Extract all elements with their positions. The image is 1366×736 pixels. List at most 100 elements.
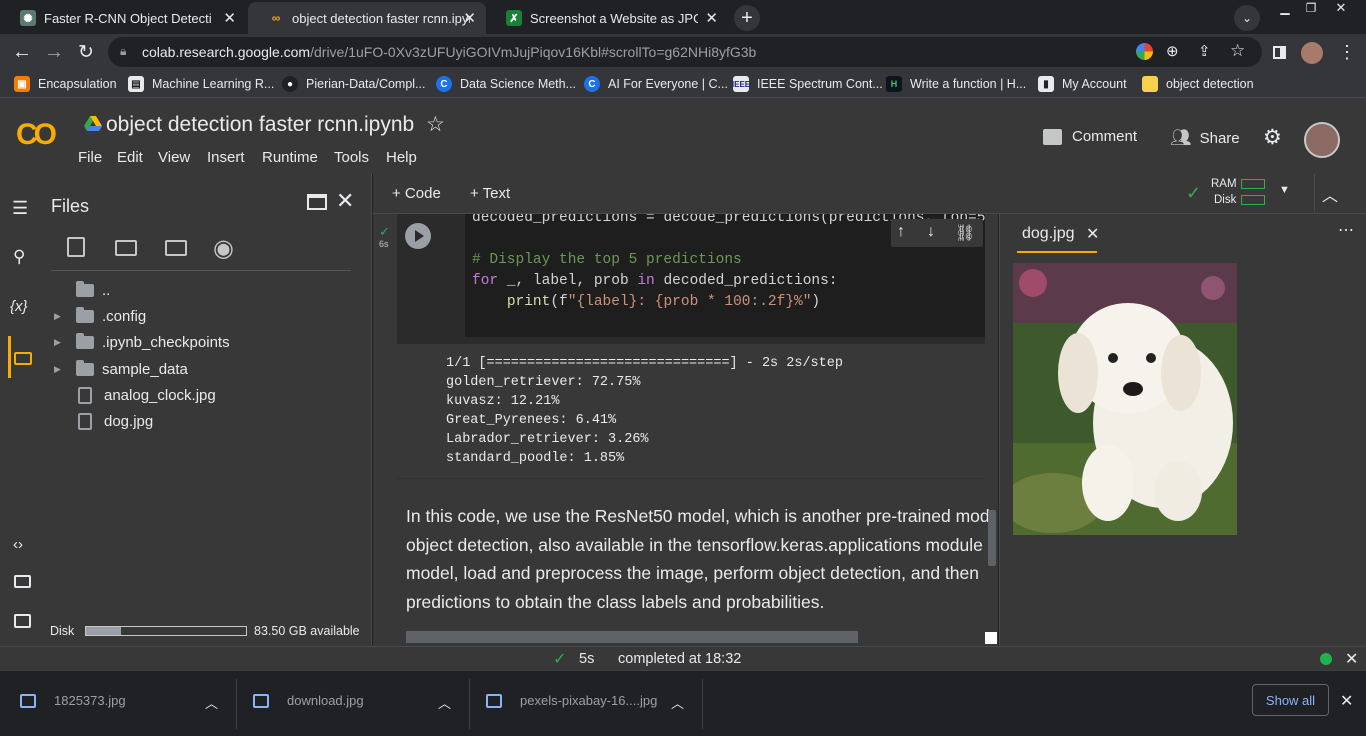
collapse-header-icon[interactable]: ︿: [1322, 182, 1338, 206]
menu-file[interactable]: File: [78, 149, 102, 166]
upload-icon[interactable]: [67, 237, 85, 257]
menu-edit[interactable]: Edit: [117, 149, 143, 166]
terminal-icon[interactable]: [14, 614, 31, 628]
menu-view[interactable]: View: [158, 149, 190, 166]
move-up-icon[interactable]: ↑: [897, 223, 905, 241]
expand-icon[interactable]: ▶: [54, 337, 76, 348]
toc-icon[interactable]: ☰: [12, 198, 28, 219]
star-icon[interactable]: ☆: [426, 112, 445, 137]
menu-runtime[interactable]: Runtime: [262, 149, 318, 166]
horizontal-scrollbar-thumb[interactable]: [406, 631, 858, 643]
run-cell-button[interactable]: [405, 223, 431, 249]
profile-avatar[interactable]: [1301, 42, 1323, 64]
bookmark[interactable]: C AI For Everyone | C...: [584, 76, 728, 92]
settings-gear-icon[interactable]: ⚙: [1263, 125, 1282, 150]
browser-menu-icon[interactable]: ⋮: [1338, 42, 1356, 63]
reload-icon[interactable]: ↻: [74, 40, 98, 64]
download-name: 1825373.jpg: [54, 693, 126, 708]
restore-icon[interactable]: ❐: [1298, 0, 1324, 16]
menu-tools[interactable]: Tools: [334, 149, 369, 166]
file-row-folder[interactable]: ▶ sample_data: [54, 360, 188, 378]
bookmark[interactable]: C Data Science Meth...: [436, 76, 576, 92]
close-image-tab-icon[interactable]: ✕: [1086, 224, 1099, 244]
image-tab-title[interactable]: dog.jpg: [1022, 225, 1075, 243]
bookmark[interactable]: IEEE IEEE Spectrum Cont...: [732, 76, 883, 92]
tab-search-icon[interactable]: ⌄: [1234, 5, 1260, 31]
bookmark[interactable]: ▤ Machine Learning R...: [128, 76, 274, 92]
bookmark-label: IEEE Spectrum Cont...: [757, 77, 883, 91]
code-snippets-icon[interactable]: ‹›: [13, 536, 23, 553]
minimize-icon[interactable]: ▁: [1272, 0, 1298, 16]
move-down-icon[interactable]: ↓: [927, 223, 935, 241]
user-avatar[interactable]: [1304, 122, 1340, 158]
link-icon[interactable]: ⛓: [955, 223, 975, 243]
notebook-title[interactable]: object detection faster rcnn.ipynb: [106, 113, 414, 137]
file-row-parent[interactable]: ..: [54, 281, 111, 299]
ram-label[interactable]: RAM: [1211, 178, 1237, 190]
vertical-scrollbar-thumb[interactable]: [988, 510, 996, 566]
bookmark-folder[interactable]: object detection: [1142, 76, 1254, 92]
close-tab-icon[interactable]: ✕: [705, 9, 718, 27]
file-name: ..: [102, 282, 111, 299]
open-in-tab-icon[interactable]: [307, 194, 327, 210]
download-item[interactable]: 1825373.jpg: [20, 693, 126, 708]
window-close-icon[interactable]: ✕: [1326, 0, 1356, 16]
file-row-file[interactable]: analog_clock.jpg: [54, 387, 216, 404]
browser-tab[interactable]: ✺ Faster R-CNN Object Detection ✕: [0, 2, 246, 34]
share-page-icon[interactable]: ⇪: [1198, 42, 1211, 60]
resources-dropdown-icon[interactable]: ▼: [1279, 184, 1290, 196]
more-options-icon[interactable]: ⋯: [1338, 220, 1354, 240]
bookmark[interactable]: ▣ Encapsulation: [14, 76, 117, 92]
disk-resource-label[interactable]: Disk: [1214, 194, 1236, 206]
bookmark-star-icon[interactable]: ☆: [1230, 41, 1245, 61]
expand-icon[interactable]: ▶: [54, 311, 76, 322]
folder-icon[interactable]: [14, 352, 32, 365]
google-icon[interactable]: [1136, 43, 1153, 60]
close-downloads-icon[interactable]: ✕: [1340, 691, 1353, 711]
share-button[interactable]: 👥︎ Share: [1170, 128, 1240, 148]
bookmark[interactable]: ● Pierian-Data/Compl...: [282, 76, 426, 92]
zoom-icon[interactable]: ⊕: [1166, 42, 1179, 60]
sidepanel-icon[interactable]: [1273, 46, 1286, 59]
add-text-button[interactable]: + Text: [470, 185, 510, 202]
output-line: Great_Pyrenees: 6.41%: [446, 413, 617, 428]
bookmark[interactable]: ▮ My Account: [1038, 76, 1127, 92]
show-hidden-icon[interactable]: ◉: [213, 234, 234, 263]
new-tab-icon[interactable]: +: [734, 5, 760, 31]
forward-icon[interactable]: →: [42, 40, 66, 64]
code-cell[interactable]: decoded_predictions = decode_predictions…: [397, 214, 985, 344]
comment-button[interactable]: Comment: [1043, 128, 1137, 145]
search-icon[interactable]: ⚲: [13, 247, 25, 267]
colab-logo[interactable]: CO: [16, 118, 57, 152]
file-row-folder[interactable]: ▶ .ipynb_checkpoints: [54, 333, 230, 351]
back-icon[interactable]: ←: [10, 40, 34, 64]
bookmark[interactable]: H Write a function | H...: [886, 76, 1026, 92]
chevron-up-icon[interactable]: ︿: [671, 693, 684, 712]
address-bar[interactable]: 🔒︎ colab.research.google.com/drive/1uFO-…: [108, 37, 1262, 67]
close-panel-icon[interactable]: ✕: [336, 188, 354, 214]
add-code-button[interactable]: + Code: [392, 185, 441, 202]
drive-icon[interactable]: [84, 116, 102, 132]
browser-tab[interactable]: ✗ Screenshot a Website as JPG ✕: [486, 2, 728, 34]
close-tab-icon[interactable]: ✕: [223, 9, 236, 27]
text-cell[interactable]: In this code, we use the ResNet50 model,…: [406, 502, 991, 616]
expand-icon[interactable]: ▶: [54, 364, 76, 375]
tab-title: Faster R-CNN Object Detection: [44, 10, 212, 26]
browser-tab-active[interactable]: ∞ object detection faster rcnn.ipynb ✕: [248, 2, 486, 34]
variables-icon[interactable]: {x}: [10, 298, 28, 315]
download-item[interactable]: pexels-pixabay-16....jpg: [486, 693, 657, 708]
file-row-folder[interactable]: ▶ .config: [54, 307, 146, 325]
command-palette-icon[interactable]: [14, 575, 31, 588]
chevron-up-icon[interactable]: ︿: [205, 693, 218, 712]
menu-insert[interactable]: Insert: [207, 149, 245, 166]
close-tab-icon[interactable]: ✕: [463, 9, 476, 27]
refresh-folder-icon[interactable]: [115, 240, 137, 256]
close-status-icon[interactable]: ✕: [1345, 649, 1358, 669]
file-row-file[interactable]: dog.jpg: [54, 413, 153, 430]
disk-usage-fill: [86, 627, 122, 635]
show-all-button[interactable]: Show all: [1252, 684, 1329, 716]
chevron-up-icon[interactable]: ︿: [438, 693, 451, 712]
download-item[interactable]: download.jpg: [253, 693, 364, 708]
mount-drive-icon[interactable]: [165, 240, 187, 256]
menu-help[interactable]: Help: [386, 149, 417, 166]
